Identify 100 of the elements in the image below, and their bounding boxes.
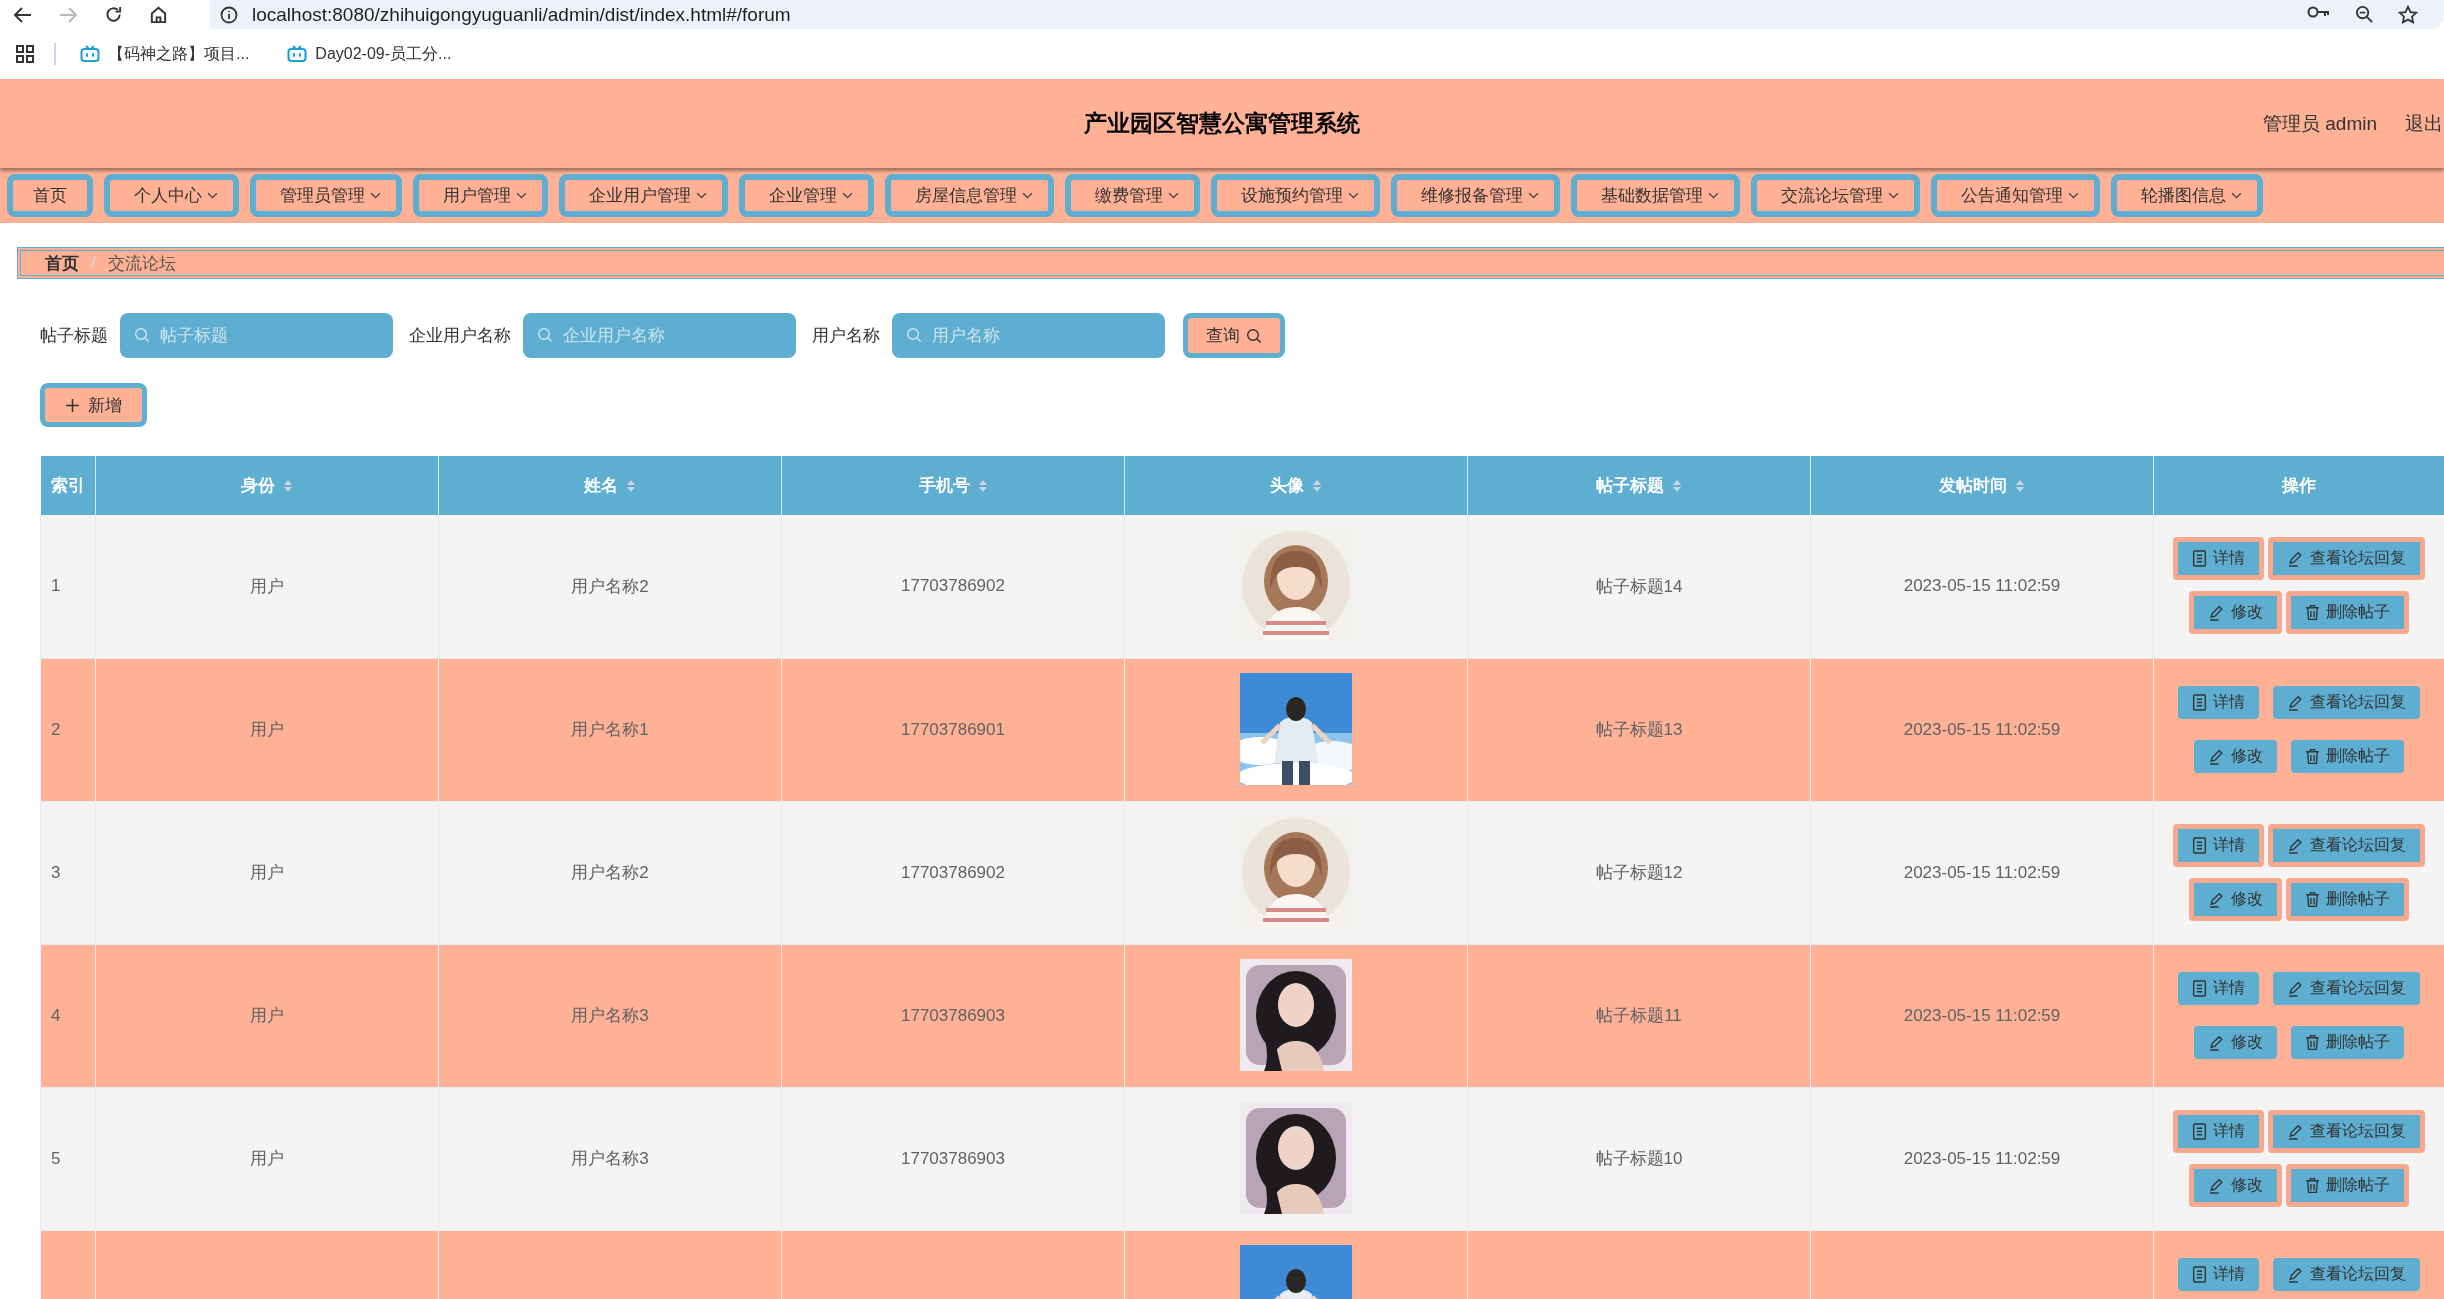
nav-menu-item[interactable]: 个人中心 bbox=[104, 174, 239, 217]
nav-menu-item[interactable]: 管理员管理 bbox=[250, 174, 402, 217]
zoom-out-icon[interactable] bbox=[2355, 4, 2374, 24]
bookmark-link[interactable]: Day02-09-员工分... bbox=[315, 43, 452, 65]
user-label: 管理员 admin bbox=[2262, 111, 2377, 136]
detail-button[interactable]: 详情 bbox=[2178, 1257, 2259, 1291]
view-replies-button[interactable]: 查看论坛回复 bbox=[2268, 1109, 2425, 1153]
detail-button[interactable]: 详情 bbox=[2173, 1109, 2264, 1153]
edit-button[interactable]: 修改 bbox=[2189, 877, 2282, 921]
document-icon bbox=[2192, 836, 2207, 854]
edit-button[interactable]: 修改 bbox=[2194, 1025, 2277, 1059]
pencil-icon bbox=[2287, 550, 2304, 567]
table-cell: 用户名称3 bbox=[571, 1149, 649, 1168]
search-icon bbox=[134, 327, 150, 343]
table-cell: 用户名称2 bbox=[571, 863, 649, 882]
table-cell: 2023-05-15 11:02:59 bbox=[1903, 719, 2061, 739]
table-cell: 帖子标题14 bbox=[1595, 576, 1683, 596]
document-icon bbox=[2192, 979, 2207, 997]
delete-button[interactable]: 删除帖子 bbox=[2286, 1163, 2409, 1207]
table-cell: 1 bbox=[51, 576, 61, 596]
info-icon[interactable] bbox=[220, 5, 238, 24]
plus-icon bbox=[65, 397, 80, 413]
table-cell: 用户 bbox=[250, 576, 284, 596]
search-field[interactable]: 用户名称 bbox=[892, 313, 1165, 358]
nav-menu-item[interactable]: 缴费管理 bbox=[1065, 174, 1200, 217]
table-cell: 用户名称2 bbox=[571, 576, 649, 596]
pencil-icon bbox=[2287, 979, 2304, 997]
view-replies-button[interactable]: 查看论坛回复 bbox=[2273, 971, 2420, 1005]
column-header: 操作 bbox=[2282, 475, 2316, 497]
search-icon bbox=[1246, 327, 1262, 344]
address-field[interactable]: localhost:8080/zhihuigongyuguanli/admin/dist/index.html#/forum bbox=[252, 3, 791, 26]
nav-menu-item[interactable]: 维修报备管理 bbox=[1391, 174, 1560, 217]
trash-icon bbox=[2305, 1176, 2320, 1194]
nav-menu-item[interactable]: 轮播图信息 bbox=[2111, 174, 2263, 217]
table-cell: 用户 bbox=[250, 1149, 284, 1168]
detail-button[interactable]: 详情 bbox=[2173, 537, 2264, 580]
trash-icon bbox=[2305, 1033, 2320, 1051]
reload-icon[interactable] bbox=[103, 5, 123, 24]
add-button[interactable]: 新增 bbox=[40, 383, 147, 427]
pencil-icon bbox=[2208, 747, 2225, 765]
detail-button[interactable]: 详情 bbox=[2178, 971, 2259, 1005]
tv-icon bbox=[80, 45, 100, 63]
table-cell: 2023-05-15 11:02:59 bbox=[1903, 1148, 2061, 1168]
document-icon bbox=[2192, 1122, 2207, 1140]
table-cell: 帖子标题13 bbox=[1595, 720, 1683, 739]
nav-menu-item[interactable]: 房屋信息管理 bbox=[885, 174, 1054, 217]
apps-grid-icon[interactable] bbox=[16, 45, 34, 63]
table-cell: 帖子标题11 bbox=[1596, 1006, 1682, 1025]
pencil-icon bbox=[2208, 604, 2225, 621]
nav-menu-item[interactable]: 设施预约管理 bbox=[1211, 174, 1380, 217]
key-icon[interactable] bbox=[2307, 4, 2331, 19]
view-replies-button[interactable]: 查看论坛回复 bbox=[2268, 537, 2425, 580]
logout-link[interactable]: 退出 bbox=[2405, 110, 2443, 137]
nav-menu-item[interactable]: 交流论坛管理 bbox=[1751, 174, 1920, 217]
nav-menu-item[interactable]: 公告通知管理 bbox=[1931, 174, 2100, 217]
search-field[interactable]: 帖子标题 bbox=[120, 313, 393, 358]
edit-button[interactable]: 修改 bbox=[2189, 1163, 2282, 1207]
view-replies-button[interactable]: 查看论坛回复 bbox=[2273, 1257, 2420, 1291]
delete-button[interactable]: 删除帖子 bbox=[2291, 739, 2404, 773]
sort-icon bbox=[1312, 478, 1322, 493]
document-icon bbox=[2192, 693, 2207, 711]
sort-icon bbox=[1672, 478, 1682, 493]
pencil-icon bbox=[2287, 1265, 2304, 1283]
trash-icon bbox=[2305, 747, 2320, 765]
view-replies-button[interactable]: 查看论坛回复 bbox=[2268, 823, 2425, 867]
back-arrow-icon[interactable] bbox=[13, 5, 33, 24]
delete-button[interactable]: 删除帖子 bbox=[2286, 591, 2409, 634]
trash-icon bbox=[2305, 890, 2320, 908]
table-cell: 3 bbox=[51, 862, 61, 882]
field-label: 用户名称 bbox=[812, 325, 880, 347]
search-field[interactable]: 企业用户名称 bbox=[523, 313, 796, 358]
query-button[interactable]: 查询 bbox=[1183, 313, 1285, 358]
view-replies-button[interactable]: 查看论坛回复 bbox=[2273, 685, 2420, 719]
pencil-icon bbox=[2287, 1122, 2304, 1140]
bookmark-link[interactable]: 【码神之路】项目... bbox=[108, 43, 250, 65]
nav-menu-item[interactable]: 首页 bbox=[7, 174, 93, 217]
nav-menu-item[interactable]: 基础数据管理 bbox=[1571, 174, 1740, 217]
table-cell: 17703786903 bbox=[901, 1148, 1005, 1168]
delete-button[interactable]: 删除帖子 bbox=[2286, 877, 2409, 921]
breadcrumb-link[interactable]: 首页 bbox=[45, 251, 79, 275]
detail-button[interactable]: 详情 bbox=[2173, 823, 2264, 867]
table-cell: 帖子标题12 bbox=[1595, 863, 1683, 882]
home-icon[interactable] bbox=[148, 5, 168, 24]
field-label: 企业用户名称 bbox=[409, 325, 511, 347]
edit-button[interactable]: 修改 bbox=[2194, 739, 2277, 773]
nav-menu-item[interactable]: 企业用户管理 bbox=[559, 174, 728, 217]
table-cell: 17703786902 bbox=[901, 576, 1005, 596]
edit-button[interactable]: 修改 bbox=[2189, 591, 2282, 634]
star-icon[interactable] bbox=[2398, 4, 2418, 25]
table-cell: 2 bbox=[51, 719, 61, 739]
detail-button[interactable]: 详情 bbox=[2178, 685, 2259, 719]
search-icon bbox=[537, 327, 553, 343]
field-label: 帖子标题 bbox=[40, 325, 108, 347]
app-title: 产业园区智慧公寓管理系统 bbox=[1084, 109, 1360, 138]
nav-menu-item[interactable]: 用户管理 bbox=[413, 174, 548, 217]
table-cell: 17703786901 bbox=[901, 719, 1005, 739]
delete-button[interactable]: 删除帖子 bbox=[2291, 1025, 2404, 1059]
pencil-icon bbox=[2208, 1176, 2225, 1194]
nav-menu-item[interactable]: 企业管理 bbox=[739, 174, 874, 217]
table-cell: 帖子标题10 bbox=[1595, 1149, 1683, 1168]
